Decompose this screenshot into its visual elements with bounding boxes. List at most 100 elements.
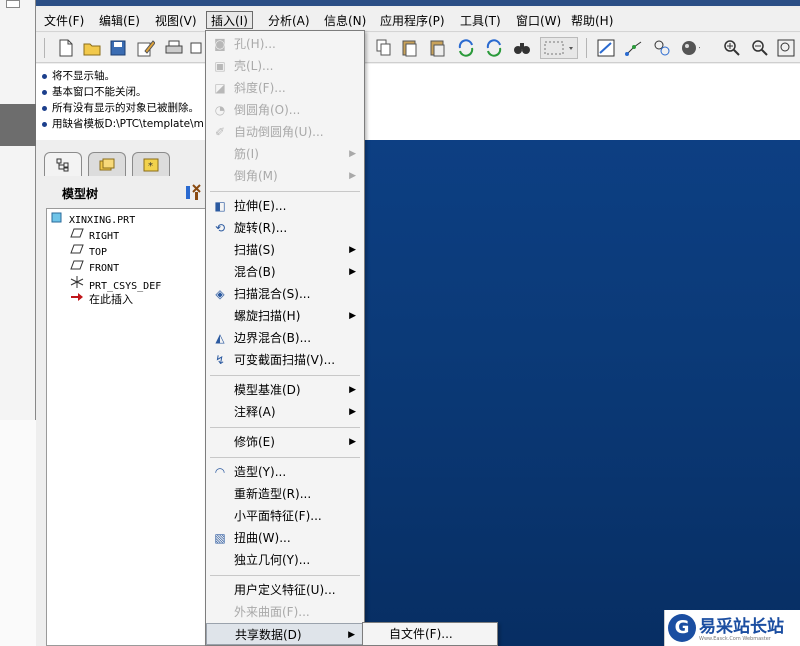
menu-help[interactable]: 帮助(H) (567, 12, 617, 30)
shading-sphere-icon[interactable] (680, 38, 700, 58)
edit-pencil-icon[interactable] (136, 38, 156, 58)
shared-data-submenu: 自文件(F)... (362, 622, 498, 646)
paste-icon[interactable] (400, 38, 420, 58)
submenu-arrow-icon: ▶ (349, 407, 356, 417)
sketch-icon[interactable] (596, 38, 616, 58)
menu-item-label: 造型(Y)... (234, 465, 287, 479)
zoom-in-icon[interactable] (722, 38, 742, 58)
menu-item-model-datum[interactable]: 模型基准(D) ▶ (206, 379, 364, 401)
refit-icon[interactable] (776, 38, 796, 58)
menu-item-restyle[interactable]: 重新造型(R)... (206, 483, 364, 505)
menu-applications[interactable]: 应用程序(P) (376, 12, 449, 30)
menu-item-label: 壳(L)... (234, 59, 274, 73)
menu-file[interactable]: 文件(F) (40, 12, 88, 30)
menu-item-hole[interactable]: ◙ 孔(H)... (206, 33, 364, 55)
background-lower (0, 420, 36, 646)
revolve-icon: ⟲ (214, 221, 226, 235)
background-window (0, 0, 36, 646)
menu-separator (210, 427, 360, 428)
menu-item-auto-round[interactable]: ✐ 自动倒圆角(U)... (206, 121, 364, 143)
datum-axis-icon[interactable] (624, 38, 644, 58)
menu-item-style[interactable]: ◠ 造型(Y)... (206, 461, 364, 483)
menu-view[interactable]: 视图(V) (151, 12, 201, 30)
tab-folder-browser[interactable] (88, 152, 126, 176)
menu-item-blend[interactable]: 混合(B) ▶ (206, 261, 364, 283)
insert-menu: ◙ 孔(H)... ▣ 壳(L)... ◪ 斜度(F)... ◔ 倒圆角(O)... ✐… (205, 30, 365, 646)
menu-edit[interactable]: 编辑(E) (95, 12, 144, 30)
message-text: 将不显示轴。 (52, 70, 115, 82)
tree-node-top[interactable]: TOP (69, 243, 107, 259)
menu-item-udf[interactable]: 用户定义特征(U)... (206, 579, 364, 601)
menu-item-draft[interactable]: ◪ 斜度(F)... (206, 77, 364, 99)
menu-item-shared-data[interactable]: 共享数据(D) ▶ (206, 623, 364, 645)
datum-plane-icon (69, 227, 85, 244)
tab-favorites[interactable]: * (132, 152, 170, 176)
paste-special-icon[interactable] (428, 38, 448, 58)
menu-item-warp[interactable]: ▧ 扭曲(W)... (206, 527, 364, 549)
new-file-icon[interactable] (56, 38, 76, 58)
model-tree-title: 模型树 (62, 187, 99, 201)
menu-item-chamfer[interactable]: 倒角(M) ▶ (206, 165, 364, 187)
menu-item-facet-feature[interactable]: 小平面特征(F)... (206, 505, 364, 527)
menu-item-label: 扫描(S) (234, 243, 275, 257)
zoom-out-icon[interactable] (750, 38, 770, 58)
menu-item-shell[interactable]: ▣ 壳(L)... (206, 55, 364, 77)
menu-item-label: 重新造型(R)... (234, 487, 312, 501)
datum-display-icon[interactable] (652, 38, 672, 58)
menu-tools[interactable]: 工具(T) (456, 12, 505, 30)
datum-plane-icon (69, 243, 85, 260)
send-icon[interactable] (186, 38, 206, 58)
tree-settings-icon[interactable] (184, 183, 204, 203)
tree-node-part[interactable]: XINXING.PRT (49, 211, 135, 227)
menu-item-foreign-surface[interactable]: 外来曲面(F)... (206, 601, 364, 623)
swept-blend-icon: ◈ (215, 287, 225, 301)
regenerate-icon[interactable] (456, 38, 476, 58)
regenerate-manager-icon[interactable] (484, 38, 504, 58)
menu-item-rib[interactable]: 筋(I) ▶ (206, 143, 364, 165)
menu-insert[interactable]: 插入(I) (206, 11, 253, 29)
menu-item-from-file[interactable]: 自文件(F)... (365, 625, 495, 643)
menu-item-label: 筋(I) (234, 147, 259, 161)
menu-item-var-sect-sweep[interactable]: ↯ 可变截面扫描(V)... (206, 349, 364, 371)
menu-info[interactable]: 信息(N) (320, 12, 370, 30)
submenu-arrow-icon: ▶ (349, 171, 356, 181)
model-tree-header: 模型树 (36, 180, 206, 206)
menu-separator (210, 457, 360, 458)
menu-item-round[interactable]: ◔ 倒圆角(O)... (206, 99, 364, 121)
menu-item-independent-geometry[interactable]: 独立几何(Y)... (206, 549, 364, 571)
menu-item-swept-blend[interactable]: ◈ 扫描混合(S)... (206, 283, 364, 305)
menu-item-cosmetic[interactable]: 修饰(E) ▶ (206, 431, 364, 453)
menu-item-sweep[interactable]: 扫描(S) ▶ (206, 239, 364, 261)
title-bar (36, 0, 800, 6)
toolbar-grip (44, 38, 45, 58)
draft-icon: ◪ (214, 81, 226, 95)
menu-item-label: 孔(H)... (234, 37, 276, 51)
print-icon[interactable] (164, 38, 184, 58)
menu-item-annotation[interactable]: 注释(A) ▶ (206, 401, 364, 423)
part-icon (49, 211, 65, 228)
save-icon[interactable] (108, 38, 128, 58)
menu-separator (210, 375, 360, 376)
menu-analysis[interactable]: 分析(A) (264, 12, 314, 30)
menu-item-extrude[interactable]: ◧ 拉伸(E)... (206, 195, 364, 217)
tab-model-tree[interactable] (44, 152, 82, 176)
menu-item-revolve[interactable]: ⟲ 旋转(R)... (206, 217, 364, 239)
toolbar (36, 33, 800, 63)
menu-item-boundary-blend[interactable]: ◭ 边界混合(B)... (206, 327, 364, 349)
tree-node-right[interactable]: RIGHT (69, 227, 119, 243)
open-folder-icon[interactable] (82, 38, 102, 58)
round-icon: ◔ (214, 103, 226, 117)
tree-node-insert-here[interactable]: 在此插入 (69, 291, 133, 307)
tree-node-csys[interactable]: PRT_CSYS_DEF (69, 275, 161, 292)
selection-box-dropdown[interactable] (540, 37, 578, 59)
menu-item-helical-sweep[interactable]: 螺旋扫描(H) ▶ (206, 305, 364, 327)
menu-bar: 文件(F) 编辑(E) 视图(V) 插入(I) 分析(A) 信息(N) 应用程序… (36, 8, 800, 32)
menu-item-label: 螺旋扫描(H) (234, 309, 301, 323)
tree-node-front[interactable]: FRONT (69, 259, 119, 275)
menu-window[interactable]: 窗口(W) (512, 12, 565, 30)
tree-node-label: TOP (89, 247, 108, 258)
message-line: 将不显示轴。 (42, 68, 115, 84)
find-binoculars-icon[interactable] (512, 38, 532, 58)
tree-node-label: XINXING.PRT (69, 215, 136, 226)
copy-icon[interactable] (374, 38, 394, 58)
